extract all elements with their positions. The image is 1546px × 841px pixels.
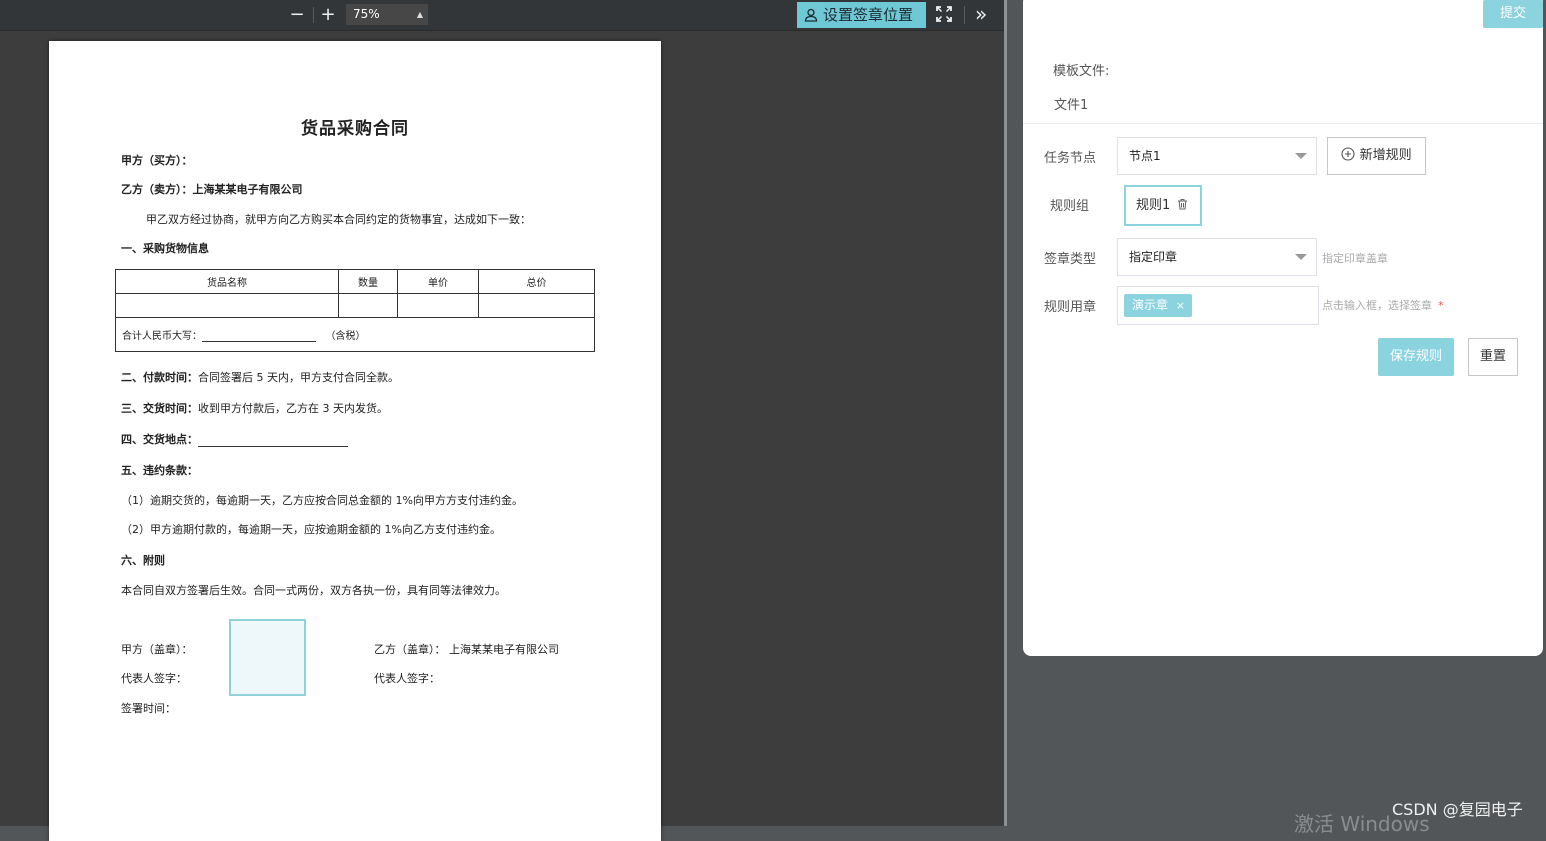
table-cell (115, 293, 339, 318)
section-4-title: 四、交货地点： (121, 433, 198, 446)
reset-button[interactable]: 重置 (1468, 338, 1518, 376)
blank-line (198, 434, 348, 447)
seal-tag-label: 演示章 (1132, 298, 1169, 312)
seal-tag: 演示章 × (1124, 294, 1193, 317)
submit-button[interactable]: 提交 (1483, 0, 1543, 28)
zoom-out-button[interactable]: − (289, 4, 305, 26)
party-a-line: 甲方（买方）： (121, 154, 193, 167)
zoom-in-button[interactable]: + (320, 4, 336, 26)
toolbar-separator (964, 6, 965, 24)
required-mark: * (1438, 299, 1444, 312)
section-5-title: 五、违约条款： (121, 464, 198, 477)
table-cell (338, 293, 398, 318)
sign-b-label: 乙方（盖章）： (374, 643, 446, 656)
section-3-line: 三、交货时间：收到甲方付款后，乙方在 3 天内发货。 (121, 400, 388, 416)
seal-position-box[interactable] (229, 619, 306, 696)
table-cell (478, 293, 595, 318)
table-total-row: 合计人民币大写： （含税） (115, 317, 595, 352)
section-1-title: 一、采购货物信息 (121, 242, 209, 255)
table-header-cell: 数量 (338, 269, 398, 294)
toolbar-separator (313, 7, 314, 23)
task-node-value: 节点1 (1129, 149, 1161, 163)
task-node-select[interactable]: 节点1 (1117, 137, 1317, 175)
goods-table: 货品名称 数量 单价 总价 合计人民币大写： （含税） (115, 269, 595, 352)
document-page: 货品采购合同 甲方（买方）： 乙方（卖方）：上海某某电子有限公司 甲乙双方经过协… (49, 41, 661, 841)
section-6-text: 本合同自双方签署后生效。合同一式两份，双方各执一份，具有同等法律效力。 (121, 584, 506, 597)
template-label: 模板文件: (1053, 64, 1110, 79)
rule-seal-hint: 点击输入框，选择签章 * (1322, 297, 1444, 313)
table-header-row: 货品名称 数量 单价 总价 (115, 269, 595, 294)
table-header-cell: 货品名称 (115, 269, 339, 294)
caret-down-icon (1295, 153, 1307, 159)
trash-icon[interactable] (1177, 198, 1188, 210)
caret-down-icon (1295, 254, 1307, 260)
sign-a-label: 甲方（盖章）： (121, 643, 193, 656)
pdf-toolbar: − + 75% ▲ 设置签章位置 » (0, 0, 1006, 31)
plus-circle-icon (1341, 147, 1355, 161)
rep-a-label: 代表人签字： (121, 672, 187, 685)
set-signature-label: 设置签章位置 (823, 6, 914, 24)
divider (1023, 123, 1543, 124)
blank-line (202, 330, 316, 342)
table-row (115, 293, 595, 318)
table-cell (397, 293, 479, 318)
intro-line: 甲乙双方经过协商，就甲方向乙方购买本合同约定的货物事宜，达成如下一致： (146, 213, 531, 226)
pdf-viewer: − + 75% ▲ 设置签章位置 » 货品采购合同 甲方（买方）： 乙方（卖方）… (0, 0, 1007, 841)
rule-seal-hint-text: 点击输入框，选择签章 (1322, 299, 1432, 312)
table-header-cell: 单价 (397, 269, 479, 294)
section-3-title: 三、交货时间： (121, 402, 198, 415)
section-2-text: 合同签署后 5 天内，甲方支付合同全款。 (198, 371, 399, 384)
zoom-select[interactable]: 75% ▲ (346, 4, 428, 25)
zoom-value: 75% (353, 7, 380, 21)
document-title: 货品采购合同 (301, 119, 409, 139)
template-value: 文件1 (1054, 98, 1089, 113)
add-rule-label: 新增规则 (1359, 148, 1412, 163)
sign-time-label: 签署时间： (121, 702, 176, 715)
seal-type-select[interactable]: 指定印章 (1117, 238, 1317, 276)
seal-type-label: 签章类型 (1044, 252, 1097, 267)
add-rule-button[interactable]: 新增规则 (1327, 137, 1426, 175)
section-4-line: 四、交货地点： (121, 431, 348, 447)
task-node-label: 任务节点 (1044, 151, 1097, 166)
rep-b-label: 代表人签字： (374, 672, 440, 685)
table-header-cell: 总价 (478, 269, 595, 294)
party-b-line: 乙方（卖方）：上海某某电子有限公司 (121, 183, 303, 196)
save-rule-button[interactable]: 保存规则 (1378, 338, 1454, 376)
viewer-divider (1004, 0, 1007, 826)
total-cell: 合计人民币大写： （含税） (115, 317, 595, 352)
rule-config-panel: 提交 模板文件: 文件1 任务节点 节点1 新增规则 规则组 规则1 签章类型 … (1023, 0, 1543, 656)
rule-seal-label: 规则用章 (1044, 300, 1097, 315)
rule-chip-label: 规则1 (1136, 198, 1171, 213)
section-6-title: 六、附则 (121, 554, 165, 567)
sign-b-company: 上海某某电子有限公司 (449, 643, 559, 656)
section-2-title: 二、付款时间： (121, 371, 198, 384)
fullscreen-icon[interactable] (935, 5, 953, 23)
seal-type-value: 指定印章 (1129, 250, 1178, 264)
rule-chip[interactable]: 规则1 (1124, 185, 1202, 226)
sign-b-line: 乙方（盖章）： 上海某某电子有限公司 (374, 641, 559, 657)
total-suffix: （含税） (325, 331, 366, 342)
person-icon (804, 8, 818, 22)
select-arrows-icon: ▲ (416, 10, 423, 19)
tag-close-icon[interactable]: × (1176, 294, 1185, 317)
rule-seal-input[interactable]: 演示章 × (1117, 286, 1319, 325)
clause-2: （2）甲方逾期付款的，每逾期一天，应按逾期金额的 1%向乙方支付违约金。 (121, 523, 501, 536)
section-2-line: 二、付款时间：合同签署后 5 天内，甲方支付合同全款。 (121, 369, 399, 385)
seal-type-hint: 指定印章盖章 (1322, 252, 1388, 265)
rule-group-label: 规则组 (1050, 199, 1090, 214)
total-label: 合计人民币大写： (122, 331, 202, 342)
section-3-text: 收到甲方付款后，乙方在 3 天内发货。 (198, 402, 388, 415)
set-signature-position-button[interactable]: 设置签章位置 (797, 2, 926, 28)
csdn-watermark: CSDN @复园电子 (1392, 800, 1523, 819)
more-button[interactable]: » (975, 3, 987, 25)
clause-1: （1）逾期交货的，每逾期一天，乙方应按合同总金额的 1%向甲方方支付违约金。 (121, 494, 523, 507)
